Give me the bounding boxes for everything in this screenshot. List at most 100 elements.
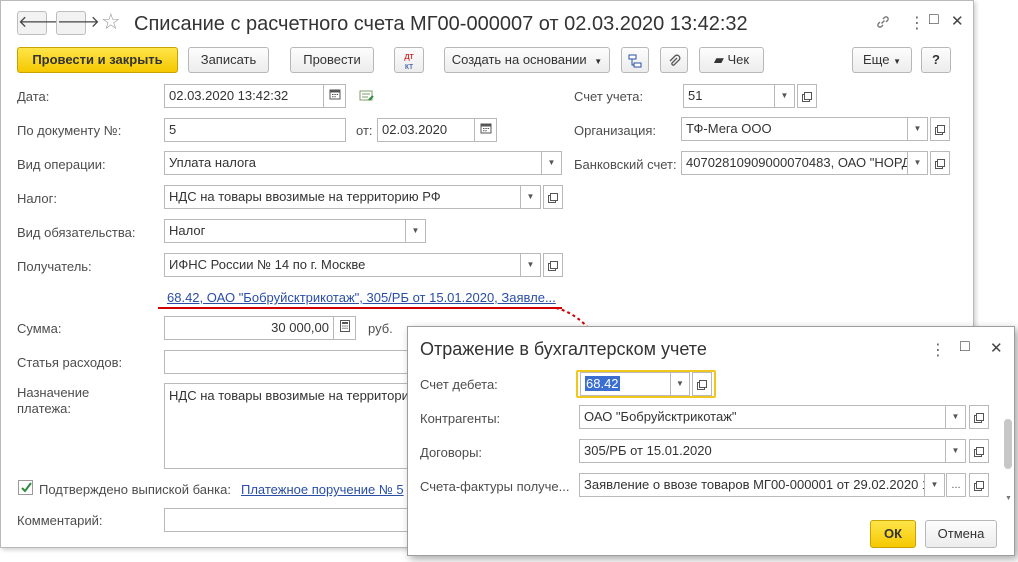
counterparty-label: Контрагенты:	[420, 411, 501, 426]
back-button[interactable]: 🡐	[17, 11, 61, 35]
tax-select[interactable]: НДС на товары ввозимые на территорию РФ	[164, 185, 521, 209]
open-icon[interactable]	[969, 439, 989, 463]
liability-type-label: Вид обязательства:	[17, 225, 136, 240]
structure-icon	[628, 54, 642, 68]
scroll-down-icon[interactable]: ▼	[1005, 495, 1012, 502]
operation-type-label: Вид операции:	[17, 157, 106, 172]
recipient-label: Получатель:	[17, 259, 92, 274]
close-icon[interactable]: ✕	[990, 339, 1003, 357]
bank-account-select[interactable]: 40702810909000070483, ОАО "НОРД	[681, 151, 908, 175]
payment-order-link[interactable]: Платежное поручение № 5	[241, 482, 409, 497]
debit-account-select[interactable]: 68.42	[580, 372, 670, 396]
date-label: Дата:	[17, 89, 50, 104]
vertical-scrollbar[interactable]	[1004, 419, 1012, 469]
invoice-select[interactable]: Заявление о ввозе товаров МГ00-000001 от…	[579, 473, 925, 497]
chevron-down-icon[interactable]	[925, 473, 945, 497]
back-arrow-icon: 🡐	[18, 14, 61, 31]
organization-label: Организация:	[574, 123, 657, 138]
chevron-down-icon[interactable]	[946, 439, 966, 463]
comment-field[interactable]	[164, 508, 414, 532]
accounting-reflection-link[interactable]: 68.42, ОАО "Бобруйсктрикотаж", 305/РБ от…	[167, 290, 559, 305]
help-button[interactable]: ?	[921, 47, 951, 73]
link-icon[interactable]	[875, 14, 891, 33]
create-based-on-button[interactable]: Создать на основании ▼	[444, 47, 610, 73]
accounting-dialog: Отражение в бухгалтерском учете ⋮ □ ✕ Сч…	[407, 326, 1015, 556]
checkmark-icon	[21, 482, 32, 493]
receipt-button[interactable]: ▰ Чек	[699, 47, 764, 73]
paperclip-icon	[669, 54, 681, 66]
forward-button[interactable]: 🡒	[56, 11, 100, 35]
annotation-underline	[158, 307, 562, 309]
chevron-down-icon[interactable]	[908, 151, 928, 175]
window-title: Списание с расчетного счета МГ00-000007 …	[134, 13, 748, 35]
chevron-down-icon[interactable]	[521, 185, 541, 209]
chevron-down-icon[interactable]	[908, 117, 928, 141]
dialog-title: Отражение в бухгалтерском учете	[420, 339, 707, 359]
expense-item-label: Статья расходов:	[17, 355, 123, 370]
organization-select[interactable]: ТФ-Мега ООО	[681, 117, 908, 141]
open-icon[interactable]	[797, 84, 817, 108]
comment-label: Комментарий:	[17, 513, 103, 528]
chevron-down-icon[interactable]	[946, 405, 966, 429]
open-icon[interactable]	[969, 405, 989, 429]
expense-item-field[interactable]	[164, 350, 414, 374]
post-and-close-button[interactable]: Провести и закрыть	[17, 47, 178, 73]
confirmed-label: Подтверждено выпиской банка:	[39, 482, 231, 497]
post-button[interactable]: Провести	[290, 47, 374, 73]
liability-type-select[interactable]: Налог	[164, 219, 406, 243]
calendar-icon[interactable]	[324, 84, 346, 108]
calendar-icon[interactable]	[475, 118, 497, 142]
invoice-label: Счета-фактуры получе...	[420, 479, 570, 494]
maximize-icon[interactable]: □	[960, 338, 970, 356]
dropdown-arrow-icon: ▼	[594, 57, 603, 66]
ok-button[interactable]: ОК	[870, 520, 916, 548]
amount-label: Сумма:	[17, 321, 62, 336]
save-button[interactable]: Записать	[188, 47, 269, 73]
open-icon[interactable]	[692, 372, 712, 396]
contract-label: Договоры:	[420, 445, 483, 460]
chevron-down-icon[interactable]	[775, 84, 795, 108]
payment-purpose-field[interactable]: НДС на товары ввозимые на территори	[164, 383, 414, 469]
dt-kt-button[interactable]: дт кт	[394, 47, 424, 73]
cash-register-icon: ▰	[713, 52, 724, 67]
doc-number-field[interactable]: 5	[164, 118, 346, 142]
calculator-icon[interactable]	[334, 316, 356, 340]
dropdown-arrow-icon: ▼	[893, 57, 901, 66]
doc-number-label: По документу №:	[17, 123, 122, 138]
chevron-down-icon[interactable]	[670, 372, 690, 396]
tax-label: Налог:	[17, 191, 57, 206]
close-icon[interactable]: ✕	[951, 12, 964, 30]
maximize-icon[interactable]: □	[929, 11, 939, 29]
more-button[interactable]: Еще ▼	[852, 47, 912, 73]
counterparty-select[interactable]: ОАО "Бобруйсктрикотаж"	[579, 405, 946, 429]
open-icon[interactable]	[543, 253, 563, 277]
open-icon[interactable]	[930, 117, 950, 141]
chevron-down-icon[interactable]	[521, 253, 541, 277]
chevron-down-icon[interactable]	[542, 151, 562, 175]
contract-select[interactable]: 305/РБ от 15.01.2020	[579, 439, 946, 463]
open-icon[interactable]	[930, 151, 950, 175]
operation-type-select[interactable]: Уплата налога	[164, 151, 542, 175]
debit-account-label: Счет дебета:	[420, 377, 498, 392]
attach-button[interactable]	[660, 47, 688, 73]
more-icon[interactable]: ⋮	[930, 340, 946, 360]
chevron-down-icon[interactable]	[406, 219, 426, 243]
more-icon[interactable]: ⋮	[909, 13, 925, 33]
structure-button[interactable]	[621, 47, 649, 73]
favorite-star-icon[interactable]: ☆	[101, 9, 121, 35]
date-field[interactable]: 02.03.2020 13:42:32	[164, 84, 324, 108]
open-icon[interactable]	[969, 473, 989, 497]
account-select[interactable]: 51	[683, 84, 775, 108]
open-icon[interactable]	[543, 185, 563, 209]
recipient-select[interactable]: ИФНС России № 14 по г. Москве	[164, 253, 521, 277]
confirmed-checkbox[interactable]	[18, 480, 33, 495]
currency-label: руб.	[368, 321, 393, 336]
account-label: Счет учета:	[574, 89, 644, 104]
cancel-button[interactable]: Отмена	[925, 520, 997, 548]
comment-edit-icon[interactable]	[359, 89, 375, 106]
from-label: от:	[356, 123, 373, 138]
amount-field[interactable]: 30 000,00	[164, 316, 334, 340]
bank-account-label: Банковский счет:	[574, 157, 677, 172]
ellipsis-button[interactable]: ...	[946, 473, 966, 497]
from-date-field[interactable]: 02.03.2020	[377, 118, 475, 142]
